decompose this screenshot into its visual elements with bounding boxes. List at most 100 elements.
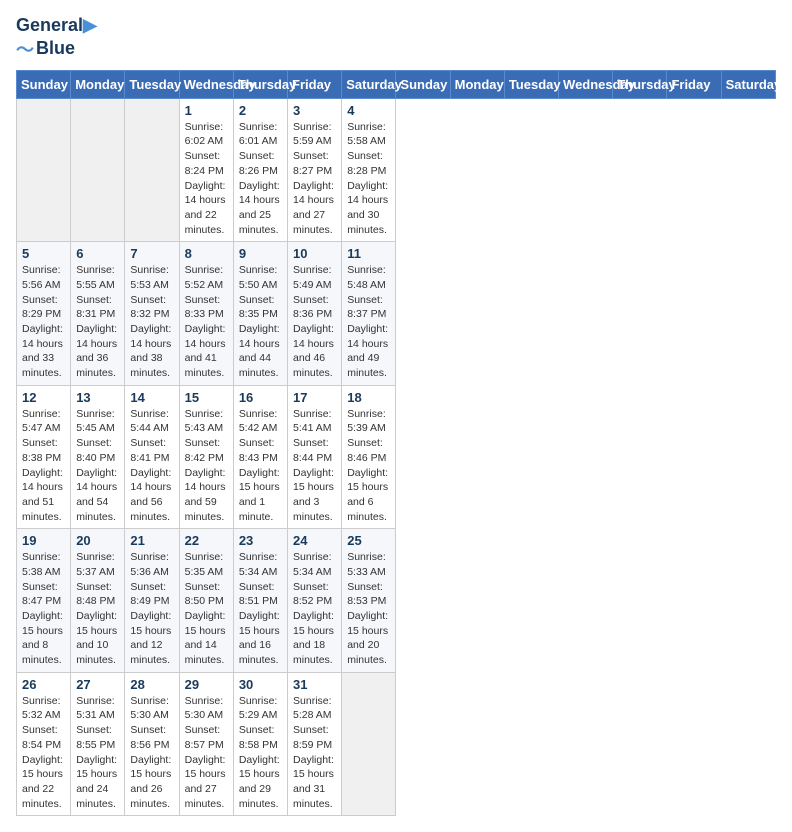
week-row-3: 12Sunrise: 5:47 AM Sunset: 8:38 PM Dayli…: [17, 385, 776, 529]
cell-content: Sunrise: 5:35 AM Sunset: 8:50 PM Dayligh…: [185, 550, 228, 668]
col-header-wednesday: Wednesday: [559, 70, 613, 98]
page-header: General▶ 〜 Blue: [16, 16, 776, 62]
cell-content: Sunrise: 5:50 AM Sunset: 8:35 PM Dayligh…: [239, 263, 282, 381]
day-number: 19: [22, 533, 65, 548]
cell-content: Sunrise: 5:41 AM Sunset: 8:44 PM Dayligh…: [293, 407, 336, 525]
calendar-cell: 16 Sunrise: 5:42 AM Sunset: 8:43 PM Dayli…: [233, 385, 287, 529]
cell-content: Sunrise: 5:30 AM Sunset: 8:56 PM Dayligh…: [130, 694, 173, 812]
cell-content: Sunrise: 6:02 AM Sunset: 8:24 PM Dayligh…: [185, 120, 228, 238]
calendar-cell: 10Sunrise: 5:49 AM Sunset: 8:36 PM Dayli…: [288, 242, 342, 386]
day-number: 10: [293, 246, 336, 261]
day-number: 16: [239, 390, 282, 405]
cell-content: Sunrise: 5:39 AM Sunset: 8:46 PM Dayligh…: [347, 407, 390, 525]
day-number: 31: [293, 677, 336, 692]
day-number: 27: [76, 677, 119, 692]
calendar-cell: 28 Sunrise: 5:30 AM Sunset: 8:56 PM Dayli…: [125, 672, 179, 816]
day-number: 21: [130, 533, 173, 548]
col-header-tuesday: Tuesday: [504, 70, 558, 98]
calendar-cell: 17Sunrise: 5:41 AM Sunset: 8:44 PM Dayli…: [288, 385, 342, 529]
day-number: 2: [239, 103, 282, 118]
day-number: 5: [22, 246, 65, 261]
day-number: 11: [347, 246, 390, 261]
cell-content: Sunrise: 5:48 AM Sunset: 8:37 PM Dayligh…: [347, 263, 390, 381]
cell-content: Sunrise: 5:53 AM Sunset: 8:32 PM Dayligh…: [130, 263, 173, 381]
day-number: 23: [239, 533, 282, 548]
cell-content: Sunrise: 5:31 AM Sunset: 8:55 PM Dayligh…: [76, 694, 119, 812]
logo-text: General▶: [16, 16, 97, 36]
calendar-cell: 29Sunrise: 5:30 AM Sunset: 8:57 PM Dayli…: [179, 672, 233, 816]
col-header-sunday: Sunday: [396, 70, 450, 98]
cell-content: Sunrise: 5:52 AM Sunset: 8:33 PM Dayligh…: [185, 263, 228, 381]
cell-content: Sunrise: 5:37 AM Sunset: 8:48 PM Dayligh…: [76, 550, 119, 668]
week-row-5: 26Sunrise: 5:32 AM Sunset: 8:54 PM Dayli…: [17, 672, 776, 816]
cell-content: Sunrise: 5:36 AM Sunset: 8:49 PM Dayligh…: [130, 550, 173, 668]
calendar-cell: 8 Sunrise: 5:52 AM Sunset: 8:33 PM Daylig…: [179, 242, 233, 386]
calendar-cell: [342, 672, 396, 816]
calendar-cell: 14 Sunrise: 5:44 AM Sunset: 8:41 PM Dayli…: [125, 385, 179, 529]
cell-content: Sunrise: 6:01 AM Sunset: 8:26 PM Dayligh…: [239, 120, 282, 238]
day-number: 7: [130, 246, 173, 261]
day-number: 26: [22, 677, 65, 692]
cell-content: Sunrise: 5:34 AM Sunset: 8:52 PM Dayligh…: [293, 550, 336, 668]
calendar-header-row: SundayMondayTuesdayWednesdayThursdayFrid…: [17, 70, 776, 98]
cell-content: Sunrise: 5:42 AM Sunset: 8:43 PM Dayligh…: [239, 407, 282, 525]
day-number: 14: [130, 390, 173, 405]
header-friday: Friday: [288, 70, 342, 98]
calendar-cell: [17, 98, 71, 242]
day-number: 15: [185, 390, 228, 405]
day-number: 24: [293, 533, 336, 548]
calendar-cell: 23 Sunrise: 5:34 AM Sunset: 8:51 PM Dayli…: [233, 529, 287, 673]
calendar-cell: 3Sunrise: 5:59 AM Sunset: 8:27 PM Daylig…: [288, 98, 342, 242]
week-row-2: 5 Sunrise: 5:56 AM Sunset: 8:29 PM Daylig…: [17, 242, 776, 386]
day-number: 8: [185, 246, 228, 261]
calendar-cell: 12Sunrise: 5:47 AM Sunset: 8:38 PM Dayli…: [17, 385, 71, 529]
week-row-4: 19 Sunrise: 5:38 AM Sunset: 8:47 PM Dayli…: [17, 529, 776, 673]
cell-content: Sunrise: 5:55 AM Sunset: 8:31 PM Dayligh…: [76, 263, 119, 381]
cell-content: Sunrise: 5:56 AM Sunset: 8:29 PM Dayligh…: [22, 263, 65, 381]
calendar-cell: 19 Sunrise: 5:38 AM Sunset: 8:47 PM Dayli…: [17, 529, 71, 673]
header-wednesday: Wednesday: [179, 70, 233, 98]
calendar-cell: 7 Sunrise: 5:53 AM Sunset: 8:32 PM Daylig…: [125, 242, 179, 386]
calendar-cell: 5 Sunrise: 5:56 AM Sunset: 8:29 PM Daylig…: [17, 242, 71, 386]
logo: General▶ 〜 Blue: [16, 16, 97, 62]
logo-wave: 〜: [16, 36, 34, 62]
day-number: 22: [185, 533, 228, 548]
cell-content: Sunrise: 5:43 AM Sunset: 8:42 PM Dayligh…: [185, 407, 228, 525]
calendar-cell: 18 Sunrise: 5:39 AM Sunset: 8:46 PM Dayli…: [342, 385, 396, 529]
header-tuesday: Tuesday: [125, 70, 179, 98]
day-number: 20: [76, 533, 119, 548]
day-number: 4: [347, 103, 390, 118]
calendar-cell: 30Sunrise: 5:29 AM Sunset: 8:58 PM Dayli…: [233, 672, 287, 816]
calendar-cell: [125, 98, 179, 242]
day-number: 1: [185, 103, 228, 118]
header-monday: Monday: [71, 70, 125, 98]
calendar-cell: 26Sunrise: 5:32 AM Sunset: 8:54 PM Dayli…: [17, 672, 71, 816]
cell-content: Sunrise: 5:33 AM Sunset: 8:53 PM Dayligh…: [347, 550, 390, 668]
logo-blue-text: Blue: [36, 38, 75, 59]
day-number: 25: [347, 533, 390, 548]
cell-content: Sunrise: 5:34 AM Sunset: 8:51 PM Dayligh…: [239, 550, 282, 668]
day-number: 28: [130, 677, 173, 692]
day-number: 29: [185, 677, 228, 692]
calendar-cell: 2 Sunrise: 6:01 AM Sunset: 8:26 PM Daylig…: [233, 98, 287, 242]
day-number: 18: [347, 390, 390, 405]
day-number: 12: [22, 390, 65, 405]
calendar-cell: 31 Sunrise: 5:28 AM Sunset: 8:59 PM Dayli…: [288, 672, 342, 816]
calendar-cell: 27 Sunrise: 5:31 AM Sunset: 8:55 PM Dayli…: [71, 672, 125, 816]
cell-content: Sunrise: 5:44 AM Sunset: 8:41 PM Dayligh…: [130, 407, 173, 525]
col-header-saturday: Saturday: [721, 70, 775, 98]
calendar-cell: 15 Sunrise: 5:43 AM Sunset: 8:42 PM Dayli…: [179, 385, 233, 529]
calendar-cell: 4 Sunrise: 5:58 AM Sunset: 8:28 PM Daylig…: [342, 98, 396, 242]
cell-content: Sunrise: 5:38 AM Sunset: 8:47 PM Dayligh…: [22, 550, 65, 668]
calendar-cell: 9Sunrise: 5:50 AM Sunset: 8:35 PM Daylig…: [233, 242, 287, 386]
day-number: 13: [76, 390, 119, 405]
cell-content: Sunrise: 5:58 AM Sunset: 8:28 PM Dayligh…: [347, 120, 390, 238]
calendar-cell: 1 Sunrise: 6:02 AM Sunset: 8:24 PM Daylig…: [179, 98, 233, 242]
calendar-cell: 25 Sunrise: 5:33 AM Sunset: 8:53 PM Dayli…: [342, 529, 396, 673]
day-number: 6: [76, 246, 119, 261]
calendar-cell: 22 Sunrise: 5:35 AM Sunset: 8:50 PM Dayli…: [179, 529, 233, 673]
cell-content: Sunrise: 5:28 AM Sunset: 8:59 PM Dayligh…: [293, 694, 336, 812]
calendar-cell: 20 Sunrise: 5:37 AM Sunset: 8:48 PM Dayli…: [71, 529, 125, 673]
calendar-cell: 6 Sunrise: 5:55 AM Sunset: 8:31 PM Daylig…: [71, 242, 125, 386]
calendar-cell: 24 Sunrise: 5:34 AM Sunset: 8:52 PM Dayli…: [288, 529, 342, 673]
